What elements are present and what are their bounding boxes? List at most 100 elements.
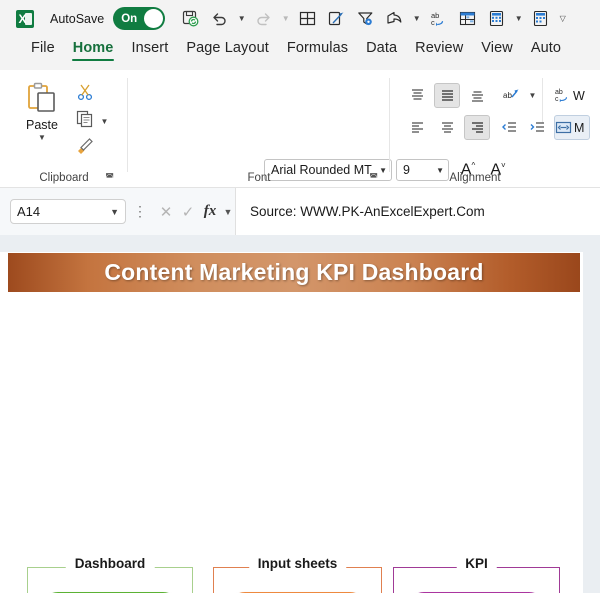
page-title: Content Marketing KPI Dashboard <box>104 259 484 285</box>
font-group-label: Font <box>247 172 271 184</box>
tab-view[interactable]: View <box>472 37 522 56</box>
merge-and-center-button[interactable]: M <box>554 115 590 140</box>
format-painter-button[interactable] <box>72 133 98 157</box>
undo-dropdown-icon[interactable]: ▼ <box>235 5 248 32</box>
expand-formula-bar-icon[interactable]: ▼ <box>221 207 235 217</box>
calculate-dropdown-icon[interactable]: ▼ <box>512 5 525 32</box>
worksheet-top-band <box>0 235 600 252</box>
wrap-text-label: W <box>573 88 585 103</box>
group-box-input-sheets: Input sheets Actual Target Previous Year <box>213 556 382 593</box>
wrap-text-icon: abc <box>555 89 568 103</box>
align-top-button[interactable] <box>404 83 430 108</box>
group-box-kpi: KPI Definition <box>393 556 560 593</box>
tab-review[interactable]: Review <box>406 37 472 56</box>
paste-button[interactable]: Paste ▼ <box>14 78 70 158</box>
svg-text:ab: ab <box>503 91 512 100</box>
align-left-button[interactable] <box>404 115 430 140</box>
quick-access-toolbar: ▼ ▼ ▼ ab c ▼ ▽ <box>177 5 569 32</box>
copy-icon <box>76 110 93 128</box>
group-caption-kpi: KPI <box>456 556 497 571</box>
title-bar: X AutoSave On ▼ ▼ ▼ ab c ▼ ▽ <box>0 0 600 37</box>
paintbrush-icon <box>78 138 93 154</box>
orientation-button[interactable]: ab <box>498 83 524 108</box>
save-icon[interactable] <box>177 5 204 32</box>
decrease-indent-icon <box>501 122 516 132</box>
cancel-entry-button[interactable]: ✕ <box>155 199 177 224</box>
scissors-icon <box>77 84 93 101</box>
autosave-toggle[interactable]: On <box>113 7 166 30</box>
wrap-text-button[interactable]: ab c W <box>554 83 588 108</box>
ribbon-group-alignment: ab ▼ ab c W M Alignment <box>390 70 600 188</box>
svg-text:c: c <box>431 18 435 27</box>
svg-text:ab: ab <box>555 89 563 96</box>
share-dropdown-icon[interactable]: ▼ <box>410 5 423 32</box>
tab-data[interactable]: Data <box>357 37 406 56</box>
alignment-group-label: Alignment <box>449 172 501 184</box>
cut-button[interactable] <box>72 80 98 104</box>
group-caption-input-sheets: Input sheets <box>248 556 347 571</box>
pivot-table-icon[interactable] <box>454 5 481 32</box>
confirm-entry-button[interactable]: ✓ <box>177 199 199 224</box>
tab-formulas[interactable]: Formulas <box>278 37 357 56</box>
table-icon[interactable] <box>294 5 321 32</box>
redo-icon <box>250 5 277 32</box>
align-center-icon <box>441 122 453 133</box>
name-box[interactable]: A14 ▼ <box>10 199 126 224</box>
align-center-button[interactable] <box>434 115 460 140</box>
increase-indent-icon <box>530 122 544 132</box>
font-dialog-launcher[interactable]: ◚ <box>369 172 378 183</box>
align-bottom-icon <box>471 91 483 102</box>
tab-file[interactable]: File <box>22 37 64 56</box>
name-box-value: A14 <box>17 204 41 219</box>
formula-input[interactable]: Source: WWW.PK-AnExcelExpert.Com <box>235 188 600 235</box>
align-right-button[interactable] <box>464 115 490 140</box>
customize-quick-access-toolbar-icon[interactable]: ▽ <box>556 5 569 32</box>
copy-button[interactable] <box>72 107 98 131</box>
align-right-icon <box>471 122 483 133</box>
insert-function-button[interactable]: fx <box>199 199 221 224</box>
formula-bar-divider: ⋮ <box>133 203 148 219</box>
spelling-icon[interactable]: ab c <box>425 5 452 32</box>
tab-automate[interactable]: Auto <box>522 37 570 56</box>
formula-bar-row: A14 ▼ ⋮ ✕ ✓ fx ▼ Source: WWW.PK-AnExcelE… <box>0 188 600 235</box>
ribbon-tab-strip: File Home Insert Page Layout Formulas Da… <box>0 37 600 70</box>
increase-indent-button[interactable] <box>524 115 550 140</box>
dashboard-title-banner: Content Marketing KPI Dashboard <box>8 253 580 292</box>
align-middle-button[interactable] <box>434 83 460 108</box>
filter-icon[interactable] <box>352 5 379 32</box>
undo-icon[interactable] <box>206 5 233 32</box>
ribbon-group-font: Arial Rounded MT ▼ 9 ▼ A^ A˅ B I U ▼ ▼ <box>128 70 506 217</box>
tab-home[interactable]: Home <box>64 37 123 61</box>
worksheet-canvas <box>0 252 583 593</box>
toggle-knob <box>144 9 164 28</box>
paste-icon <box>28 82 55 112</box>
clipboard-dialog-launcher[interactable]: ◚ <box>105 172 114 183</box>
ribbon-group-clipboard: Paste ▼ ▼ Clipboard ◚ <box>0 70 128 188</box>
align-left-icon <box>411 122 423 133</box>
group-box-dashboard: Dashboard Dashboard KPI Trend <box>27 556 193 593</box>
align-top-icon <box>411 89 423 100</box>
calculate-sheet-icon[interactable] <box>483 5 510 32</box>
excel-logo-icon: X <box>16 9 34 28</box>
align-middle-icon <box>441 90 453 101</box>
copy-dropdown-icon[interactable]: ▼ <box>98 108 111 135</box>
draw-icon[interactable] <box>323 5 350 32</box>
chevron-down-icon[interactable]: ▼ <box>110 207 119 217</box>
text-orientation-icon: ab <box>503 89 519 100</box>
merge-label: M <box>574 120 585 135</box>
autosave-state-label: On <box>121 12 138 25</box>
share-icon[interactable] <box>381 5 408 32</box>
tab-page-layout[interactable]: Page Layout <box>177 37 278 56</box>
calculate-now-icon[interactable] <box>527 5 554 32</box>
align-bottom-button[interactable] <box>464 83 490 108</box>
decrease-indent-button[interactable] <box>496 115 522 140</box>
orientation-dropdown-icon[interactable]: ▼ <box>526 83 539 108</box>
autosave-label: AutoSave <box>50 11 105 26</box>
ribbon-home-content: Paste ▼ ▼ Clipboard ◚ Arial Rounded MT ▼… <box>0 70 600 217</box>
redo-dropdown-icon: ▼ <box>281 14 290 23</box>
group-caption-dashboard: Dashboard <box>65 556 155 571</box>
tab-insert[interactable]: Insert <box>122 37 177 56</box>
paste-label: Paste <box>26 118 58 132</box>
worksheet-area: Content Marketing KPI Dashboard Dashboar… <box>0 235 600 593</box>
chevron-down-icon[interactable]: ▼ <box>38 133 46 142</box>
